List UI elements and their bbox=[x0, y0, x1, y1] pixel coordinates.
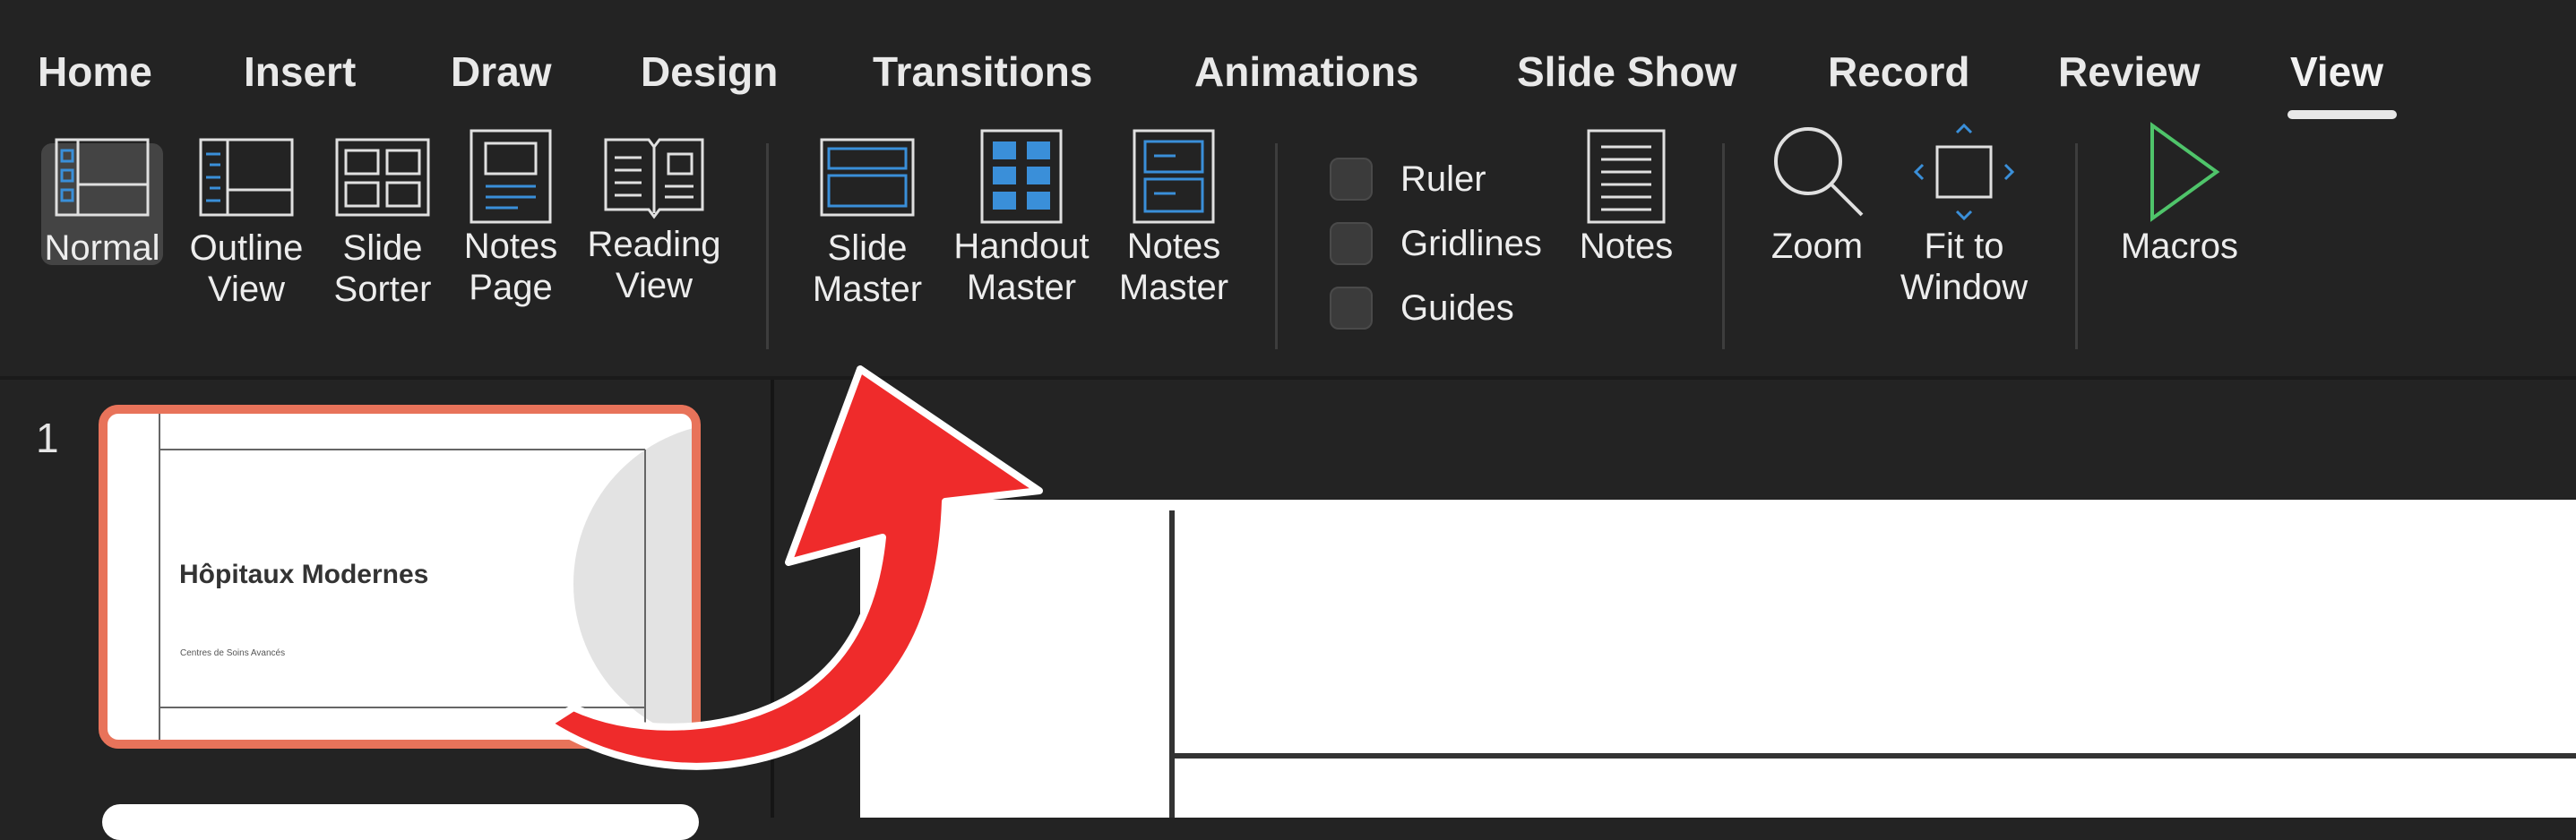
curved-arrow-icon bbox=[545, 365, 1043, 770]
